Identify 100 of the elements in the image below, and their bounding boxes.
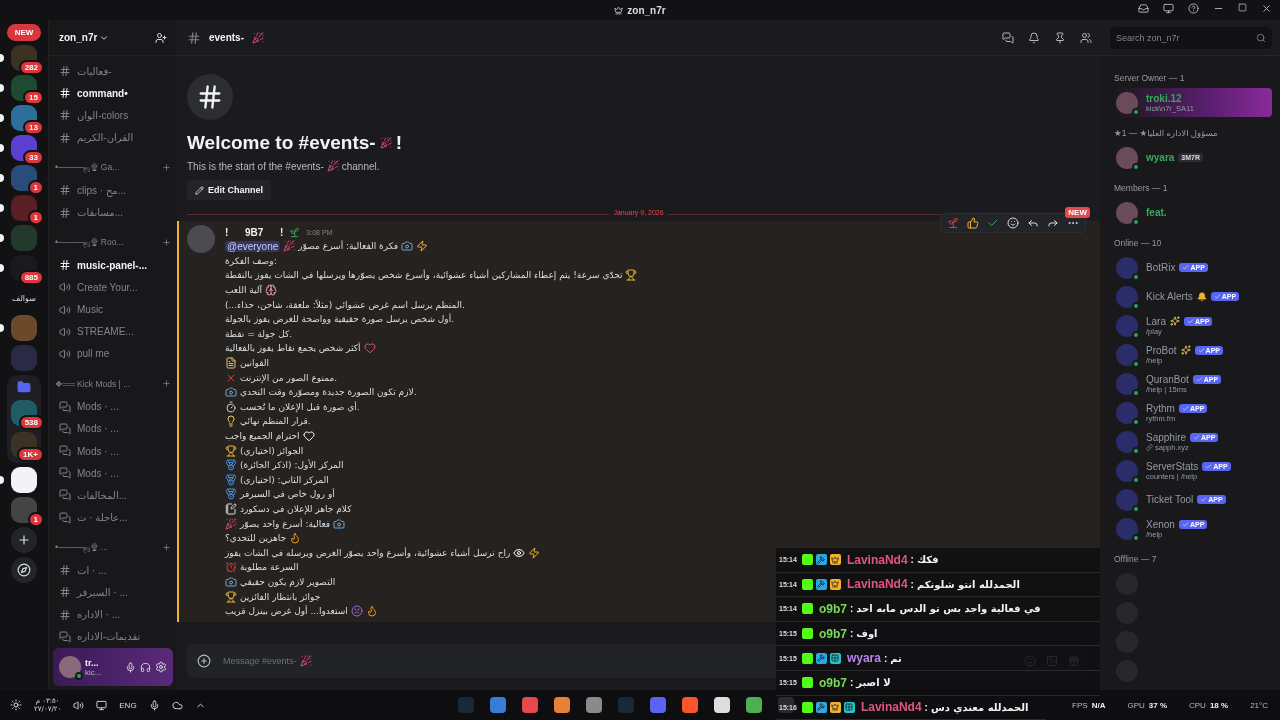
mention[interactable]: @everyone [225,240,281,252]
member-name[interactable]: feat. [1146,207,1167,218]
member-name[interactable]: Rythm [1146,402,1175,414]
add-channel-icon[interactable] [162,542,171,552]
add-channel-icon[interactable] [162,379,171,389]
language-indicator[interactable]: ENG [119,700,137,710]
microphone-icon[interactable] [125,661,136,673]
server-folder[interactable]: 538 1K+ [7,375,41,463]
edit-channel-button[interactable]: Edit Channel [187,180,271,200]
hash-icon [59,87,71,100]
kick-logo-icon [801,628,813,640]
message-text: أكثر شخص يجمع نقاط يفوز بالفعالية [225,343,361,354]
member-name[interactable]: troki.12 [1146,92,1182,104]
channel-item[interactable]: عاجلة · ت... [55,506,171,529]
add-channel-icon[interactable] [162,237,171,247]
channel-item[interactable]: ات · ... [55,559,171,582]
server-icon[interactable]: سوالف [10,285,38,311]
thread-channel-icon [59,400,71,413]
pin-icon[interactable] [1054,31,1066,44]
display-icon[interactable] [96,699,108,711]
check-icon [1213,293,1221,300]
channel-item[interactable]: القران-الكريم [55,126,171,149]
avatar [187,225,215,253]
add-icon[interactable] [197,654,211,668]
trophy-icon [225,444,237,457]
member-name[interactable]: Kick Alerts [1146,291,1193,302]
chat-username: o9b7 [818,626,847,641]
headphones-icon[interactable] [140,661,151,673]
close-icon[interactable] [1261,3,1272,14]
flame-icon [365,605,378,618]
threads-icon[interactable] [1002,31,1014,44]
add-server-button[interactable] [11,527,37,553]
channel-item[interactable]: Music [55,298,171,321]
add-reaction-icon[interactable] [1007,217,1019,229]
category-header[interactable]: ❖══ Kick Mods | ... [55,378,131,389]
channel-item[interactable]: clips · مح... [55,179,171,202]
channel-item[interactable]: command• [55,82,171,105]
member-name[interactable]: Xenon [1146,518,1175,530]
channel-item[interactable]: مسابقات... [55,201,171,224]
chat-username: LavinaNd4 [846,552,908,567]
channel-item[interactable]: المخالفات... [55,484,171,507]
speaker-icon [59,303,71,316]
app-icon[interactable] [745,697,762,713]
channel-item[interactable]: STREAME... [55,320,171,343]
member-name[interactable]: Sapphire [1146,431,1187,443]
channel-item[interactable]: السيرفر · ... [55,581,171,604]
invite-icon[interactable] [155,31,167,44]
search-field[interactable]: Search zon_n7r [1110,26,1272,49]
member-name[interactable]: wyara [1146,152,1175,163]
screen-icon[interactable] [1163,3,1174,14]
microphone-icon[interactable] [148,699,160,711]
flame-icon [289,532,302,545]
channel-item[interactable]: الاداره · ... [55,603,171,626]
member-name[interactable]: ProBot [1146,344,1177,356]
cloud-icon[interactable] [171,699,183,711]
server-name[interactable]: zon_n7r [59,32,110,43]
channel-item[interactable]: music-panel-... [55,254,171,277]
inbox-icon[interactable] [1138,3,1149,14]
discover-button[interactable] [11,557,37,583]
bell-icon[interactable] [1028,31,1040,44]
channel-item[interactable]: Mods · ... [55,417,171,440]
category-header[interactable]: •———ஜ۩ ... [55,541,108,553]
kick-logo-icon [801,603,813,615]
category-header[interactable]: •———ஜ۩ Roo... [55,236,124,248]
chat-username: LavinaNd4 [860,700,922,715]
check-icon[interactable] [987,217,999,229]
chat-message: في فعالية واجد بس تو الدس مابه احد [856,603,1041,615]
member-name[interactable]: Lara [1146,315,1166,327]
settings-icon[interactable] [155,661,167,673]
channel-item[interactable]: Mods · ... [55,395,171,418]
category-header[interactable]: •———ஜ۩ Ga... [55,161,120,173]
member-name[interactable]: BotRix [1146,262,1176,273]
members-icon[interactable] [1080,31,1092,44]
stat-value: N/A [1091,700,1106,710]
channel-item[interactable]: فعاليات- [55,60,171,83]
scroll-icon [225,357,237,370]
stopwatch-icon [225,400,237,413]
member-name[interactable]: QuranBot [1146,373,1189,385]
member-name[interactable]: ServerStats [1146,460,1199,472]
channel-item[interactable]: تقديمات-الاداره [55,625,171,648]
forward-icon[interactable] [1047,217,1059,229]
member-name[interactable]: Ticket Tool [1146,494,1194,505]
volume-icon[interactable] [73,699,85,711]
thumbs-up-icon[interactable] [967,217,979,229]
message-text: أو رول خاص في السيرفر [240,489,335,500]
message-text: وصف الفكرة: [225,255,277,266]
maximize-icon[interactable] [1238,3,1247,12]
app-icon[interactable] [553,697,570,713]
channel-item[interactable]: pull me [55,342,171,365]
reply-icon[interactable] [1027,217,1039,229]
channel-item[interactable]: Mods · ... [55,462,171,485]
help-icon[interactable] [1188,3,1199,14]
channel-item[interactable]: الوان-colors [55,104,171,127]
channel-item[interactable]: Mods · ... [55,439,171,463]
sparkles-icon [1170,316,1180,326]
message-text: السرعة مطلوبة [240,562,299,573]
add-channel-icon[interactable] [162,162,171,172]
app-icon[interactable] [681,697,698,713]
app-icon[interactable] [713,697,730,713]
channel-item[interactable]: Create Your... [55,276,171,299]
